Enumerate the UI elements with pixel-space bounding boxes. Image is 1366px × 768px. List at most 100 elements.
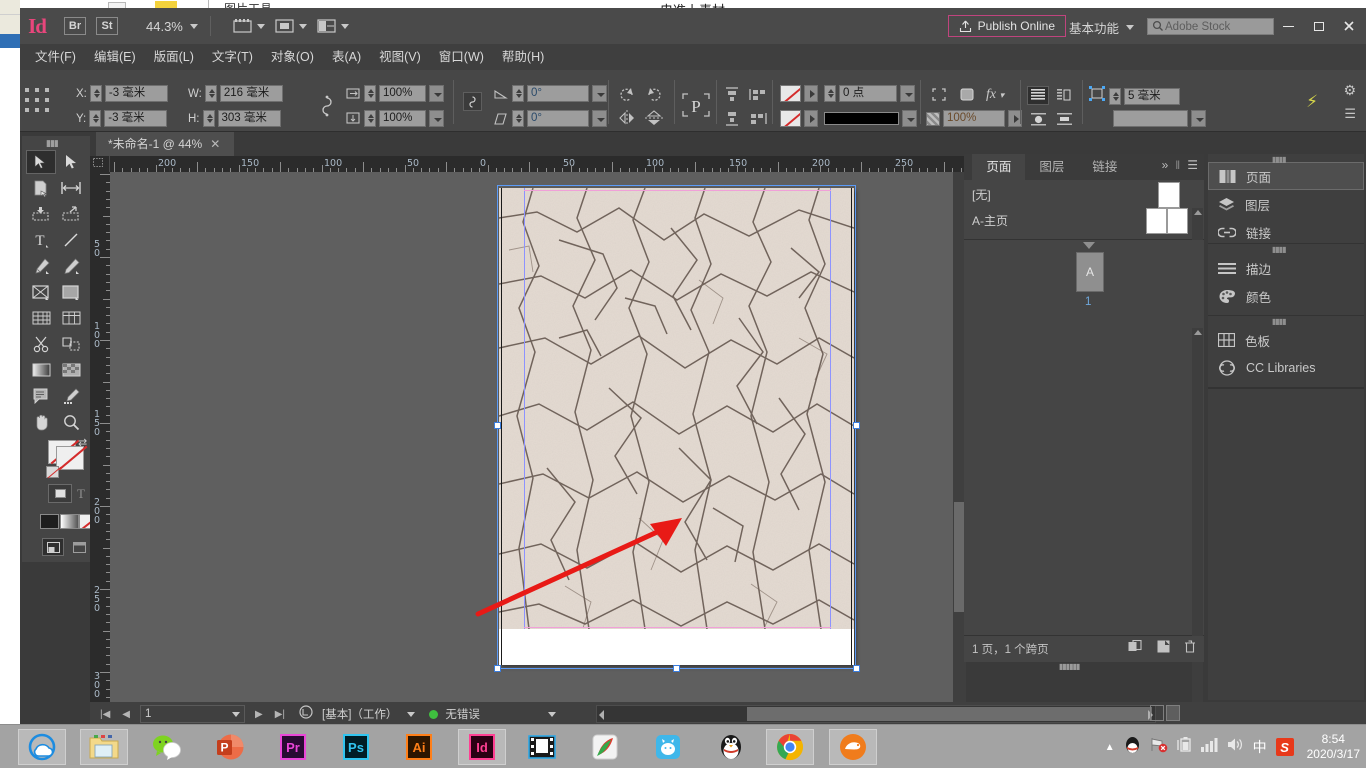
- edit-page-size-icon[interactable]: [1128, 640, 1143, 656]
- taskbar-powerpoint[interactable]: P: [206, 729, 254, 765]
- masters-list[interactable]: [无] A-主页: [964, 180, 1204, 240]
- screen-mode-dropdown[interactable]: [275, 18, 307, 34]
- taskbar-photoshop[interactable]: Ps: [332, 729, 380, 765]
- gap-tool[interactable]: [56, 176, 86, 200]
- pen-tool[interactable]: [26, 254, 56, 278]
- tab-pages[interactable]: 页面: [972, 154, 1025, 180]
- master-item-a[interactable]: A-主页: [972, 212, 1008, 229]
- h-input[interactable]: 303 毫米: [218, 110, 281, 127]
- corner-options-button[interactable]: [930, 86, 948, 108]
- rotation-stepper[interactable]: [512, 85, 524, 102]
- rotation-dropdown[interactable]: [592, 85, 607, 102]
- stroke-swatch-none[interactable]: [780, 110, 801, 127]
- taskbar-qq[interactable]: [707, 729, 755, 765]
- zoom-level-dropdown[interactable]: 44.3%: [146, 19, 198, 34]
- zoom-tool[interactable]: [56, 410, 86, 434]
- horizontal-scrollbar[interactable]: [596, 705, 1156, 723]
- taskbar-video-player[interactable]: [518, 729, 566, 765]
- gradient-feather-tool[interactable]: [56, 358, 86, 382]
- previous-page-button[interactable]: ◀: [122, 709, 130, 720]
- gradient-swatch-tool[interactable]: [26, 358, 56, 382]
- apply-color-button[interactable]: [40, 514, 59, 529]
- y-input[interactable]: -3 毫米: [104, 110, 167, 127]
- dock-item-pages[interactable]: 页面: [1208, 162, 1364, 190]
- taskbar-maxthon-browser[interactable]: [829, 729, 877, 765]
- scale-y-input[interactable]: 100%: [379, 110, 426, 127]
- stroke-weight-stepper[interactable]: [824, 85, 836, 102]
- last-page-button[interactable]: ▶|: [275, 709, 285, 720]
- menu-help[interactable]: 帮助(H): [493, 44, 553, 70]
- align-bottom-button[interactable]: [723, 110, 741, 132]
- stroke-weight-dropdown[interactable]: [900, 85, 915, 102]
- wrap-offset-stepper[interactable]: [1109, 88, 1121, 105]
- preflight-icon[interactable]: [299, 705, 314, 724]
- object-style-dropdown[interactable]: [1191, 110, 1206, 127]
- rotate-ccw-button[interactable]: [618, 86, 636, 109]
- fill-swatch-none[interactable]: [780, 85, 801, 102]
- taskbar-indesign[interactable]: Id: [458, 729, 506, 765]
- shear-dropdown[interactable]: [592, 110, 607, 127]
- page-thumbnail-1[interactable]: A: [1076, 252, 1104, 292]
- pages-list[interactable]: A 1: [964, 240, 1204, 636]
- corner-shape-button[interactable]: [958, 86, 976, 108]
- object-style-input[interactable]: [1113, 110, 1188, 127]
- stroke-weight-input[interactable]: 0 点: [839, 85, 897, 102]
- qq-tray-icon[interactable]: [1124, 736, 1141, 759]
- taskbar-baidu-netdisk[interactable]: [644, 729, 692, 765]
- free-transform-tool[interactable]: [26, 306, 56, 330]
- stroke-swatch-dropdown[interactable]: [804, 110, 818, 127]
- chevron-down-icon[interactable]: [407, 712, 415, 717]
- h-stepper[interactable]: [203, 110, 215, 127]
- wrap-object-shape-button[interactable]: [1027, 110, 1049, 129]
- menu-file[interactable]: 文件(F): [26, 44, 85, 70]
- first-page-button[interactable]: |◀: [100, 709, 110, 720]
- table-tool[interactable]: [56, 306, 86, 330]
- dock-group-2-grip[interactable]: ▮▮▮▮: [1272, 245, 1286, 254]
- selection-handle-ml[interactable]: [494, 422, 501, 429]
- gear-icon[interactable]: ⚙: [1343, 82, 1356, 99]
- wrap-offset-input[interactable]: 5 毫米: [1124, 88, 1180, 105]
- show-hidden-icons-button[interactable]: ▲: [1105, 742, 1115, 753]
- selection-handle-bl[interactable]: [494, 665, 501, 672]
- selection-handle-br[interactable]: [853, 665, 860, 672]
- flip-horizontal-button[interactable]: [618, 110, 636, 131]
- constrain-proportions-toggle[interactable]: [317, 95, 337, 117]
- tab-links[interactable]: 链接: [1078, 154, 1131, 180]
- sogou-icon[interactable]: S: [1276, 738, 1294, 756]
- publish-online-button[interactable]: Publish Online: [948, 15, 1066, 37]
- tab-layers[interactable]: 图层: [1025, 154, 1078, 180]
- apply-gradient-button[interactable]: [60, 514, 79, 529]
- master-thumb-a-left[interactable]: [1146, 208, 1167, 234]
- dock-item-stroke[interactable]: 描边: [1208, 254, 1364, 282]
- page-view-toggle[interactable]: [1150, 705, 1182, 721]
- scale-x-input[interactable]: 100%: [379, 85, 426, 102]
- wrap-bounding-box-button[interactable]: [1053, 86, 1075, 105]
- menu-edit[interactable]: 编辑(E): [85, 44, 145, 70]
- close-icon[interactable]: ✕: [210, 132, 220, 156]
- frame-tool[interactable]: [26, 280, 56, 304]
- adobe-stock-search[interactable]: Adobe Stock: [1147, 18, 1274, 35]
- vertical-ruler[interactable]: 50 100 150 200 250 300: [90, 172, 110, 704]
- wrap-none-button[interactable]: [1027, 86, 1049, 105]
- menu-table[interactable]: 表(A): [323, 44, 370, 70]
- selection-handle-bc[interactable]: [673, 665, 680, 672]
- swap-fill-stroke-icon[interactable]: ⇄: [78, 436, 87, 449]
- workspace-switcher[interactable]: 基本功能: [1069, 18, 1134, 37]
- selection-tool[interactable]: [26, 150, 56, 174]
- dock-item-layers[interactable]: 图层: [1208, 190, 1364, 218]
- scroll-left-arrow[interactable]: [599, 710, 604, 720]
- scale-x-dropdown[interactable]: [429, 85, 444, 102]
- stroke-style-preview[interactable]: [824, 112, 899, 125]
- y-stepper[interactable]: [89, 110, 101, 127]
- constrain-scale-toggle[interactable]: [463, 92, 482, 111]
- minimize-button[interactable]: [1274, 16, 1303, 36]
- select-container-button[interactable]: P: [678, 90, 714, 120]
- taskbar-chrome[interactable]: [766, 729, 814, 765]
- volume-icon[interactable]: [1227, 737, 1244, 757]
- ime-icon[interactable]: 中: [1253, 737, 1267, 757]
- battery-icon[interactable]: [1177, 736, 1192, 758]
- scale-y-dropdown[interactable]: [429, 110, 444, 127]
- rotation-input[interactable]: 0°: [527, 85, 589, 102]
- scale-x-stepper[interactable]: [364, 85, 376, 102]
- new-page-icon[interactable]: [1157, 640, 1170, 656]
